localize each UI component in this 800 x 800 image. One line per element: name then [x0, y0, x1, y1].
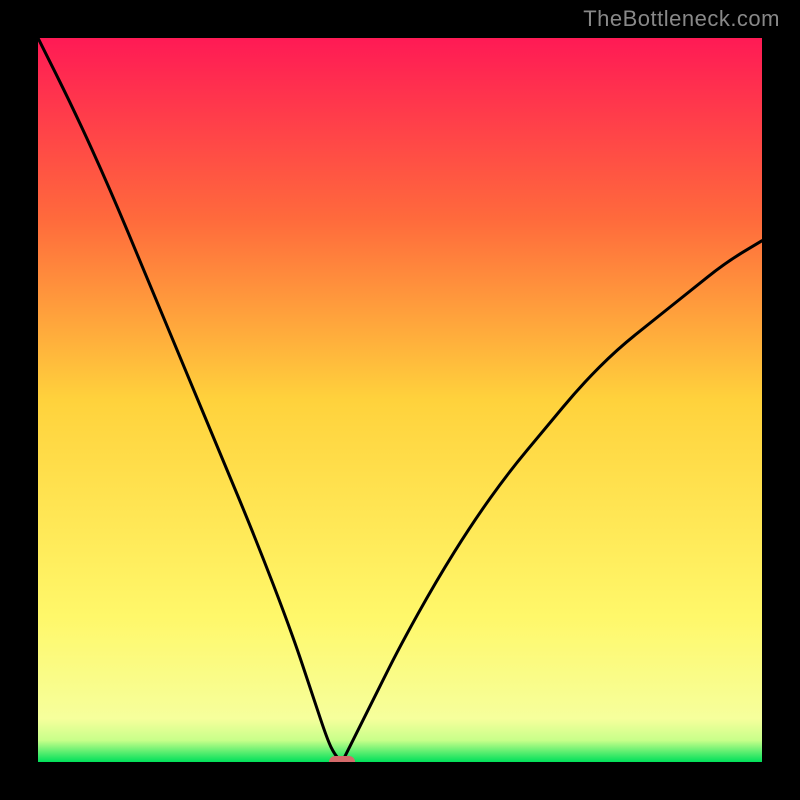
watermark-text: TheBottleneck.com: [583, 6, 780, 32]
zero-marker: [329, 756, 355, 762]
chart-svg: [38, 38, 762, 762]
gradient-background: [38, 38, 762, 762]
plot-area: [38, 38, 762, 762]
chart-container: TheBottleneck.com: [0, 0, 800, 800]
